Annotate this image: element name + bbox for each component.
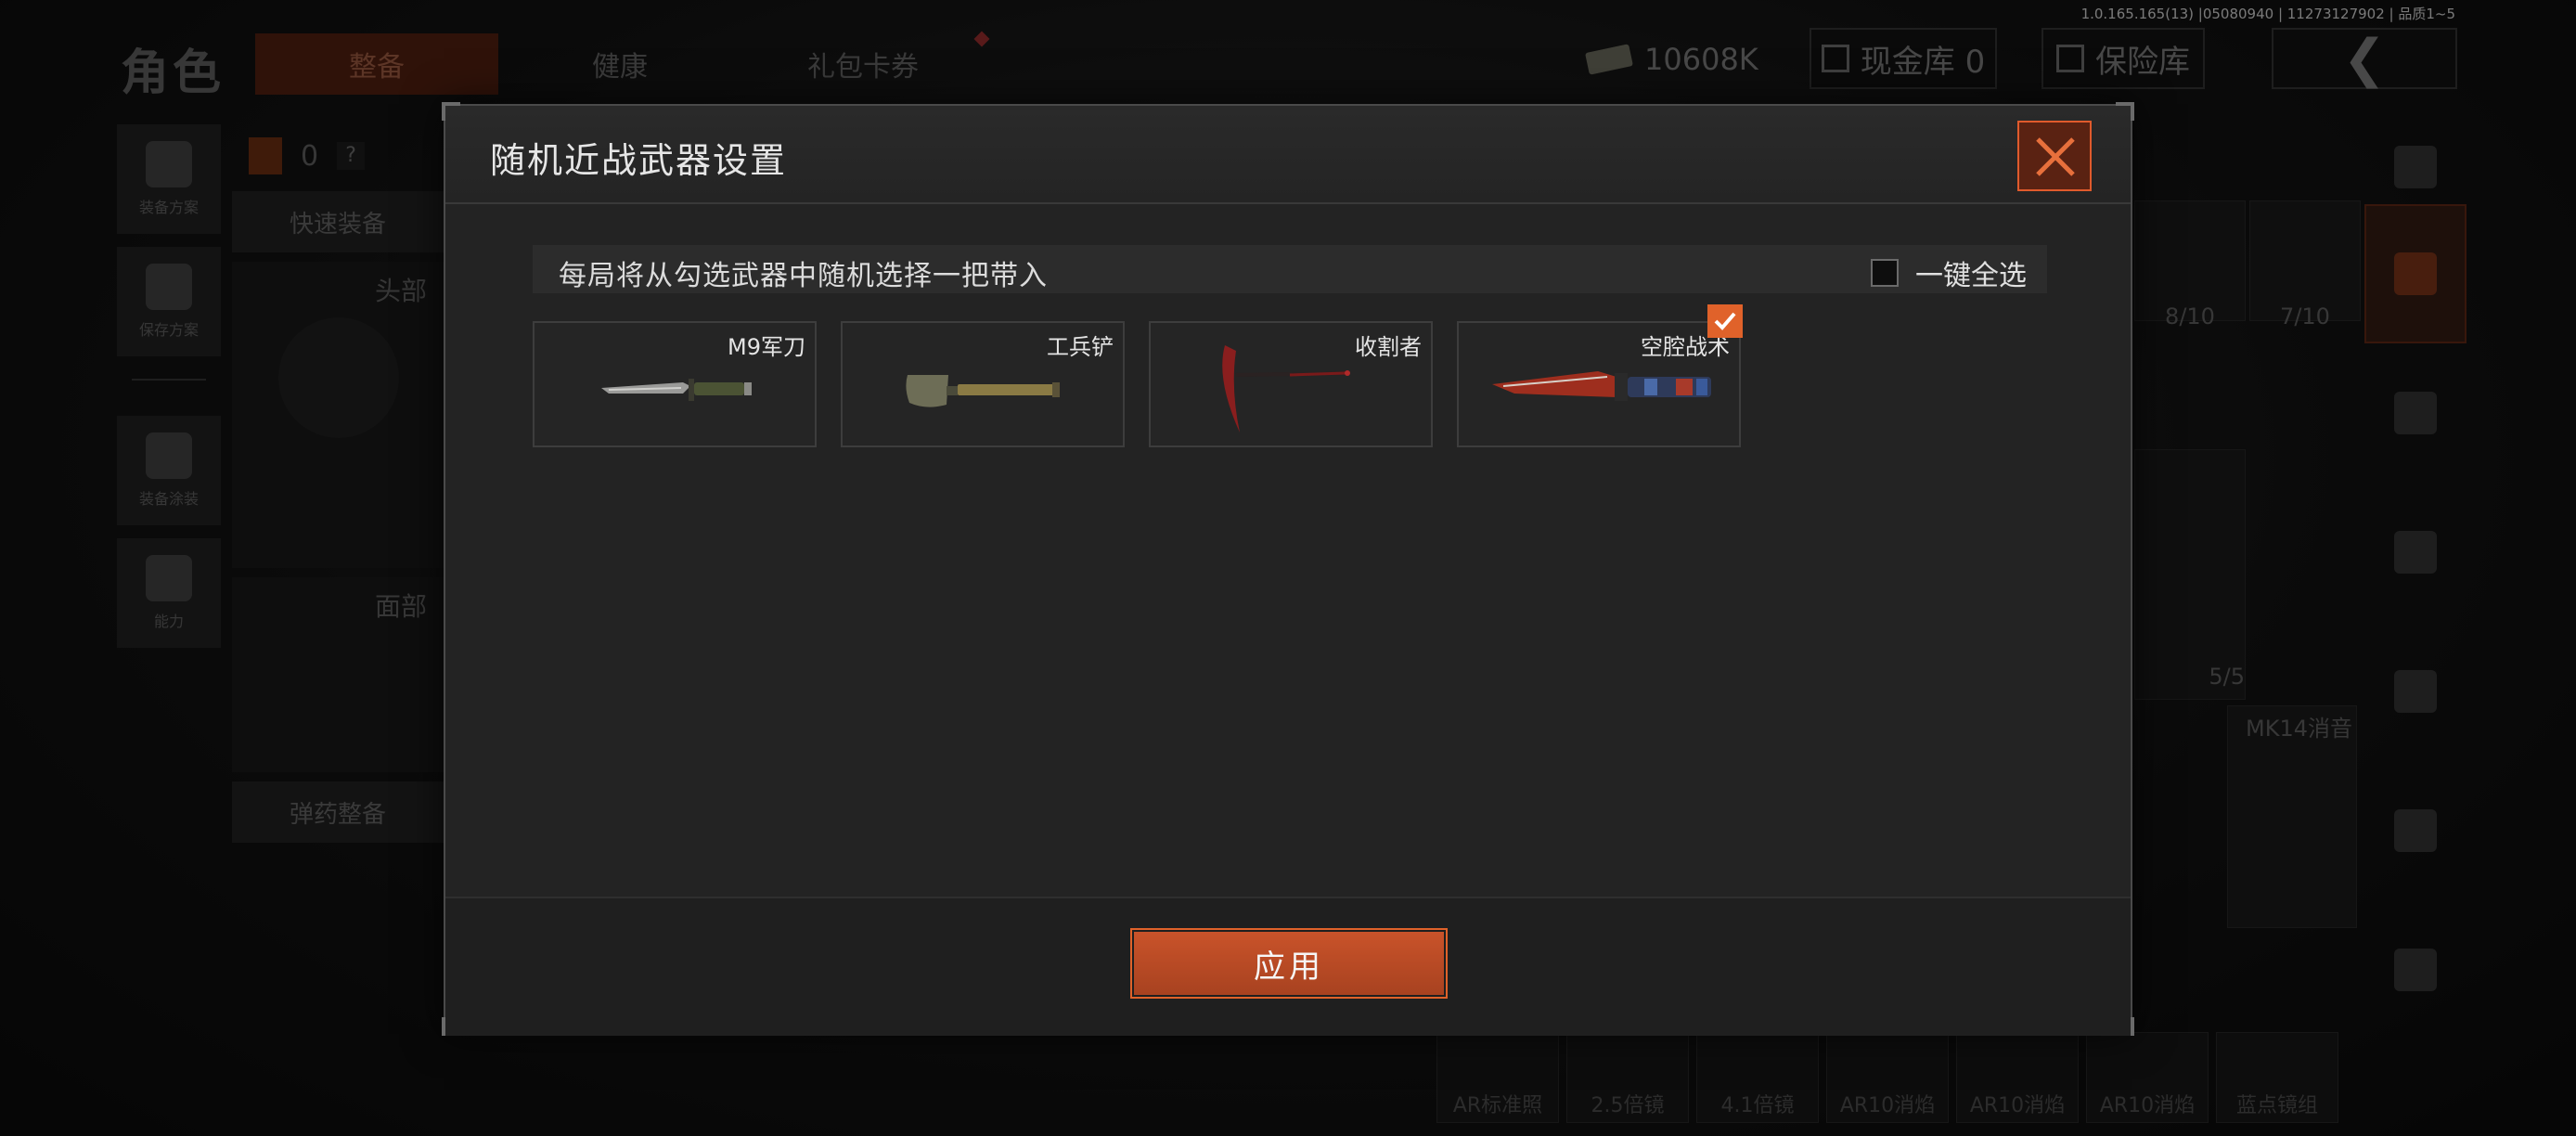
weapon-card-shovel[interactable]: 工兵铲 (841, 321, 1125, 447)
select-all-checkbox[interactable] (1871, 259, 1899, 287)
info-text: 每局将从勾选武器中随机选择一把带入 (559, 260, 1048, 292)
apply-button[interactable]: 应用 (1130, 928, 1448, 999)
weapon-name: M9军刀 (728, 334, 805, 360)
close-button[interactable] (2017, 121, 2092, 191)
random-melee-dialog: 随机近战武器设置 每局将从勾选武器中随机选择一把带入 一键全选 M9军刀 工兵铲… (442, 102, 2134, 1036)
info-bar: 每局将从勾选武器中随机选择一把带入 一键全选 (533, 245, 2047, 293)
weapon-checked-checkbox[interactable] (1707, 304, 1743, 338)
weapon-card-hollow-tactical[interactable]: 空腔战术 (1457, 321, 1741, 447)
weapon-name: 工兵铲 (1047, 334, 1114, 360)
apply-button-label: 应用 (1134, 932, 1444, 995)
dialog-title: 随机近战武器设置 (490, 140, 788, 181)
weapon-card-m9[interactable]: M9军刀 (533, 321, 817, 447)
weapon-name: 收割者 (1355, 334, 1422, 360)
checkmark-icon (1714, 312, 1736, 330)
select-all-label: 一键全选 (1915, 260, 2027, 292)
weapon-card-reaper[interactable]: 收割者 (1149, 321, 1433, 447)
weapon-list: M9军刀 工兵铲 收割者 空腔战术 (533, 321, 1741, 447)
dialog-header: 随机近战武器设置 (445, 106, 2131, 204)
select-all-toggle[interactable]: 一键全选 (1871, 252, 2027, 293)
close-icon (2036, 137, 2075, 176)
